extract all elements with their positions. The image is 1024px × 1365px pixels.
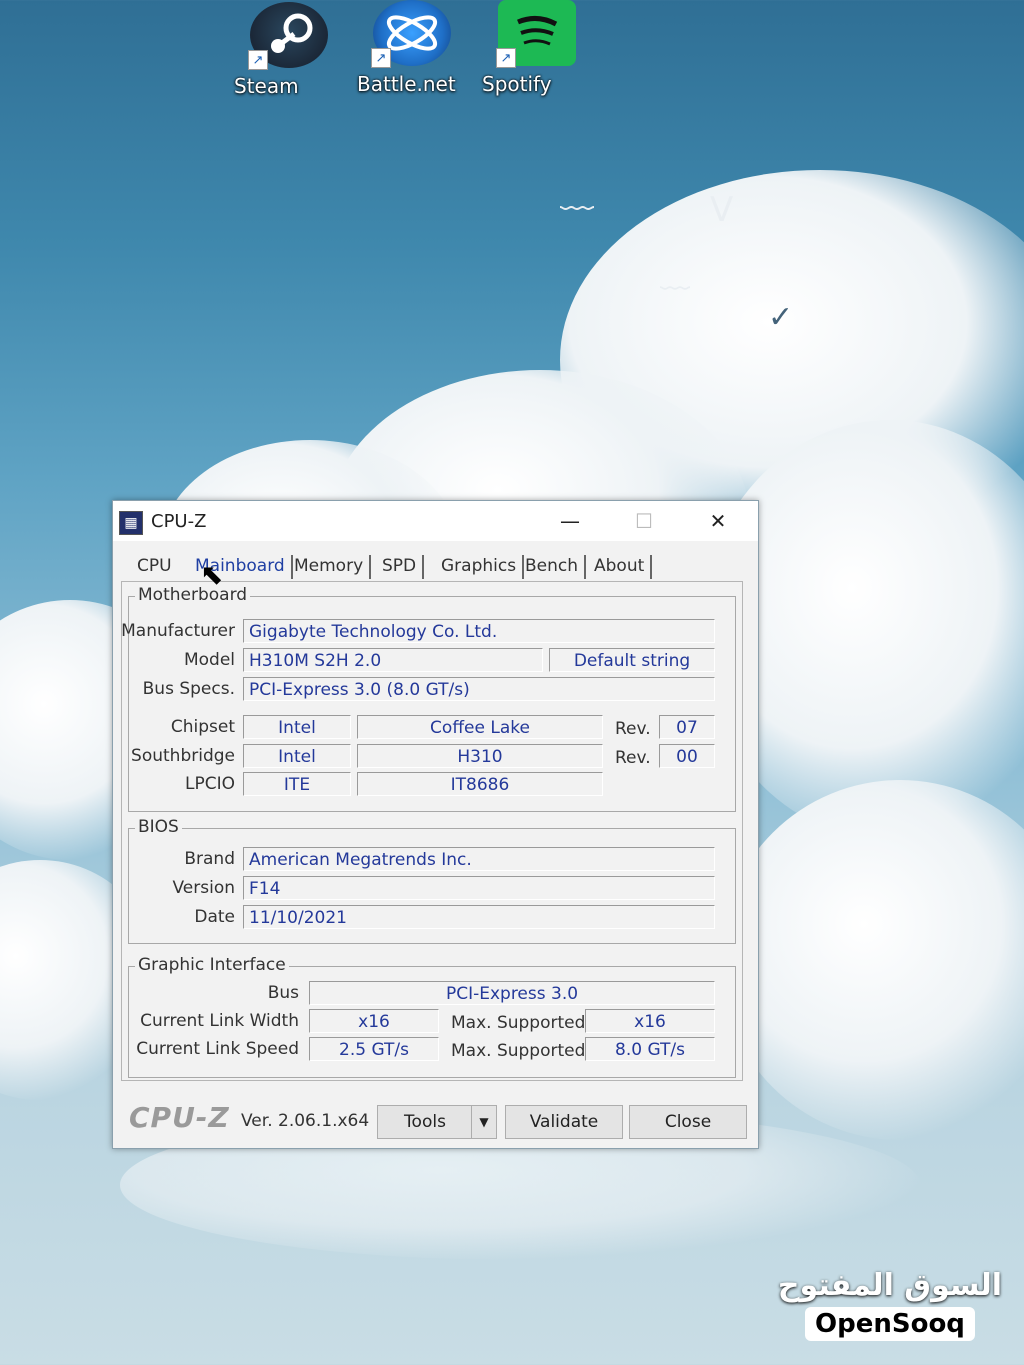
graphic-bus-field: PCI-Express 3.0 bbox=[309, 981, 715, 1005]
chipset-vendor-field: Intel bbox=[243, 715, 351, 739]
lpcio-name-field: IT8686 bbox=[357, 772, 603, 796]
graphic-interface-group-title: Graphic Interface bbox=[135, 955, 289, 975]
southbridge-rev-field: 00 bbox=[659, 744, 715, 768]
battlenet-icon: ↗ bbox=[371, 0, 451, 68]
chipset-rev-field: 07 bbox=[659, 715, 715, 739]
shortcut-arrow-icon: ↗ bbox=[371, 48, 391, 68]
desktop-icon-steam[interactable]: ↗ Steam bbox=[234, 2, 344, 98]
tools-button[interactable]: Tools bbox=[377, 1105, 473, 1139]
bios-date-label: Date bbox=[194, 907, 235, 927]
bios-version-field: F14 bbox=[243, 876, 715, 900]
title-bar[interactable]: ▦ CPU-Z — ☐ ✕ bbox=[113, 501, 758, 541]
tab-memory[interactable]: Memory bbox=[290, 551, 372, 579]
tab-about[interactable]: About bbox=[590, 551, 653, 579]
chipset-rev-label: Rev. bbox=[615, 719, 651, 739]
speed-max-field: 8.0 GT/s bbox=[585, 1037, 715, 1061]
tab-spd[interactable]: SPD bbox=[378, 551, 425, 579]
tab-bench[interactable]: Bench bbox=[521, 551, 587, 579]
close-button[interactable]: Close bbox=[629, 1105, 747, 1139]
desktop-icon-label: Steam bbox=[234, 74, 299, 98]
window-title: CPU-Z bbox=[151, 511, 207, 532]
tools-dropdown-icon[interactable]: ▼ bbox=[471, 1105, 497, 1139]
bios-group: BIOS Brand American Megatrends Inc. Vers… bbox=[128, 817, 736, 944]
bios-date-field: 11/10/2021 bbox=[243, 905, 715, 929]
version-text: Ver. 2.06.1.x64 bbox=[241, 1111, 370, 1131]
bios-version-label: Version bbox=[172, 878, 235, 898]
motherboard-group: Motherboard Manufacturer Gigabyte Techno… bbox=[121, 585, 736, 812]
link-width-field: x16 bbox=[309, 1009, 439, 1033]
chipset-name-field: Coffee Lake bbox=[357, 715, 603, 739]
desktop-icon-spotify[interactable]: ↗ Spotify bbox=[482, 0, 592, 96]
footer-bar: CPU-Z Ver. 2.06.1.x64 Tools ▼ Validate C… bbox=[113, 1097, 758, 1145]
steam-icon: ↗ bbox=[248, 2, 328, 70]
lpcio-label: LPCIO bbox=[185, 774, 235, 794]
cpuz-logo: CPU-Z bbox=[129, 1101, 230, 1134]
bird-2: V bbox=[710, 190, 734, 230]
desktop-icon-battlenet[interactable]: ↗ Battle.net bbox=[357, 0, 467, 96]
mouse-cursor-icon: ⬉ bbox=[200, 558, 224, 591]
watermark: السوق المفتوح OpenSooq bbox=[778, 1268, 1002, 1341]
southbridge-vendor-field: Intel bbox=[243, 744, 351, 768]
width-max-field: x16 bbox=[585, 1009, 715, 1033]
bird-3: ﹏ bbox=[660, 260, 690, 295]
lpcio-vendor-field: ITE bbox=[243, 772, 351, 796]
bios-brand-label: Brand bbox=[184, 849, 235, 869]
link-speed-field: 2.5 GT/s bbox=[309, 1037, 439, 1061]
bus-specs-field: PCI-Express 3.0 (8.0 GT/s) bbox=[243, 677, 715, 701]
model-field: H310M S2H 2.0 bbox=[243, 648, 543, 672]
watermark-english: OpenSooq bbox=[805, 1307, 975, 1341]
model-label: Model bbox=[183, 650, 235, 670]
bios-brand-field: American Megatrends Inc. bbox=[243, 847, 715, 871]
tab-graphics[interactable]: Graphics bbox=[437, 551, 525, 579]
model-extra-field: Default string bbox=[549, 648, 715, 672]
link-width-label: Current Link Width bbox=[140, 1011, 299, 1031]
link-speed-label: Current Link Speed bbox=[136, 1039, 299, 1059]
desktop-icon-label: Spotify bbox=[482, 72, 552, 96]
spotify-icon: ↗ bbox=[496, 0, 576, 68]
bird-4: ✓ bbox=[768, 300, 794, 335]
bus-specs-label: Bus Specs. bbox=[142, 679, 235, 699]
cpuz-window: ▦ CPU-Z — ☐ ✕ CPU Mainboard Memory SPD G… bbox=[112, 500, 759, 1149]
tab-cpu[interactable]: CPU bbox=[133, 551, 176, 579]
shortcut-arrow-icon: ↗ bbox=[248, 50, 268, 70]
graphic-bus-label: Bus bbox=[267, 983, 299, 1003]
graphic-interface-group: Graphic Interface Bus PCI-Express 3.0 Cu… bbox=[128, 955, 736, 1078]
cpuz-app-icon: ▦ bbox=[119, 511, 143, 535]
southbridge-label: Southbridge bbox=[131, 746, 235, 766]
validate-button[interactable]: Validate bbox=[505, 1105, 623, 1139]
southbridge-rev-label: Rev. bbox=[615, 748, 651, 768]
mainboard-panel: Motherboard Manufacturer Gigabyte Techno… bbox=[121, 581, 743, 1081]
watermark-arabic: السوق المفتوح bbox=[777, 1268, 1002, 1303]
chipset-label: Chipset bbox=[170, 717, 235, 737]
manufacturer-label: Manufacturer bbox=[121, 621, 235, 641]
close-window-button[interactable]: ✕ bbox=[695, 505, 741, 537]
maximize-button[interactable]: ☐ bbox=[621, 505, 667, 537]
width-max-label: Max. Supported bbox=[451, 1013, 586, 1033]
bird-1: ﹏ bbox=[560, 176, 594, 216]
desktop-icon-label: Battle.net bbox=[357, 72, 456, 96]
shortcut-arrow-icon: ↗ bbox=[496, 48, 516, 68]
minimize-button[interactable]: — bbox=[547, 505, 593, 537]
speed-max-label: Max. Supported bbox=[451, 1041, 586, 1061]
bios-group-title: BIOS bbox=[135, 817, 182, 837]
manufacturer-field: Gigabyte Technology Co. Ltd. bbox=[243, 619, 715, 643]
motherboard-group-title: Motherboard bbox=[135, 585, 251, 605]
southbridge-name-field: H310 bbox=[357, 744, 603, 768]
